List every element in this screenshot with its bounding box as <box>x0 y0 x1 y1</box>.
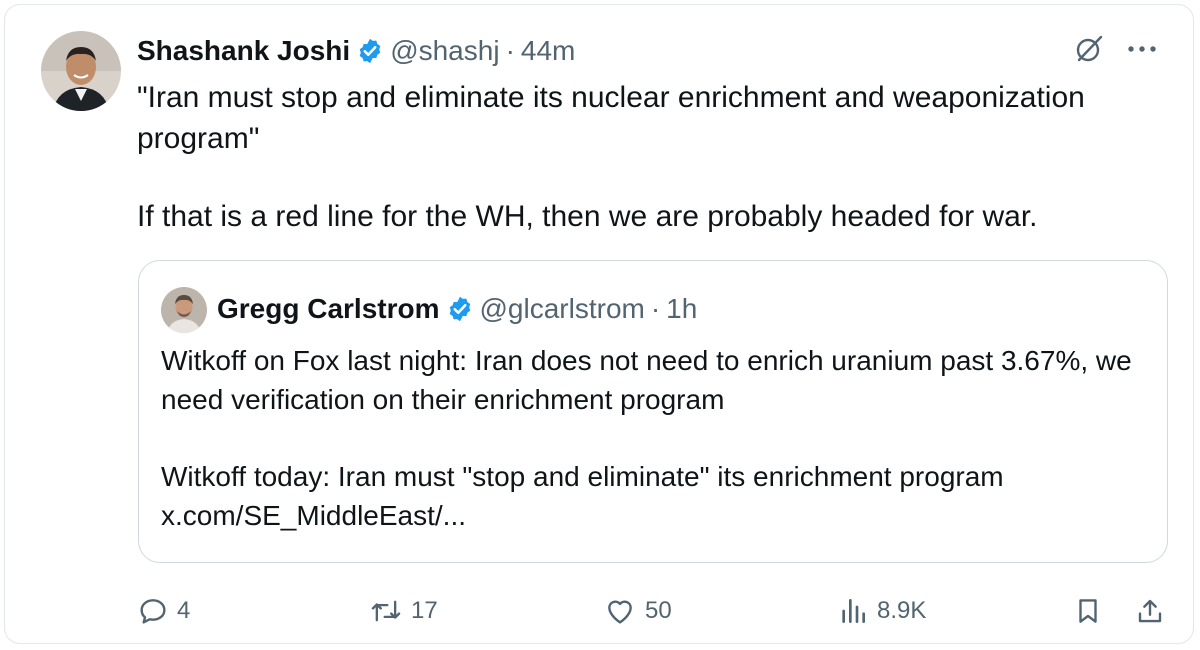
tweet-text-paragraph: If that is a red line for the WH, then w… <box>137 200 1038 233</box>
quoted-author-name[interactable]: Gregg Carlstrom <box>217 293 440 325</box>
like-icon <box>608 600 632 624</box>
author-name[interactable]: Shashank Joshi <box>137 35 350 67</box>
view-count: 8.9K <box>877 597 927 624</box>
quoted-link[interactable]: x.com/SE_MiddleEast/... <box>161 496 1151 535</box>
repost-count: 17 <box>411 597 438 624</box>
quoted-time[interactable]: 1h <box>666 293 697 325</box>
share-button[interactable] <box>1135 591 1165 631</box>
quoted-author-handle[interactable]: @glcarlstrom <box>480 293 645 325</box>
separator-dot: · <box>505 35 515 66</box>
tweet-top-actions <box>1073 33 1157 65</box>
quoted-author-avatar[interactable] <box>161 287 207 333</box>
grok-icon[interactable] <box>1073 33 1105 65</box>
reply-count: 4 <box>177 597 191 624</box>
tweet-card: Shashank Joshi @shashj · 44m "Iran must … <box>4 4 1194 644</box>
quoted-tweet[interactable]: Gregg Carlstrom @glcarlstrom · 1h Witkof… <box>138 260 1168 563</box>
quoted-header: Gregg Carlstrom @glcarlstrom · 1h <box>217 291 697 327</box>
reply-icon <box>140 599 166 624</box>
separator-dot: · <box>650 293 661 324</box>
tweet-body: "Iran must stop and eliminate its nuclea… <box>137 77 1147 237</box>
action-bar: 4 17 50 8.9K <box>137 591 1169 631</box>
verified-badge-icon <box>359 38 381 64</box>
tweet-text-paragraph: "Iran must stop and eliminate its nuclea… <box>137 81 1085 155</box>
like-count: 50 <box>645 597 672 624</box>
quoted-text-paragraph: Witkoff on Fox last night: Iran does not… <box>161 345 1132 415</box>
views-icon <box>842 599 865 623</box>
bookmark-icon <box>1079 599 1097 623</box>
tweet-time[interactable]: 44m <box>521 35 575 67</box>
like-button[interactable]: 50 <box>603 591 672 631</box>
verified-badge-icon <box>449 296 470 322</box>
quoted-body: Witkoff on Fox last night: Iran does not… <box>161 341 1151 535</box>
repost-button[interactable]: 17 <box>369 591 438 631</box>
bookmark-button[interactable] <box>1073 591 1103 631</box>
tweet-header: Shashank Joshi @shashj · 44m <box>137 33 575 69</box>
quoted-text-paragraph: Witkoff today: Iran must "stop and elimi… <box>161 461 1004 492</box>
more-icon[interactable] <box>1127 44 1157 54</box>
views-button[interactable]: 8.9K <box>837 591 926 631</box>
repost-icon <box>371 600 401 622</box>
reply-button[interactable]: 4 <box>137 591 190 631</box>
author-avatar[interactable] <box>41 31 121 111</box>
share-icon <box>1138 599 1162 623</box>
author-handle[interactable]: @shashj <box>390 35 499 67</box>
